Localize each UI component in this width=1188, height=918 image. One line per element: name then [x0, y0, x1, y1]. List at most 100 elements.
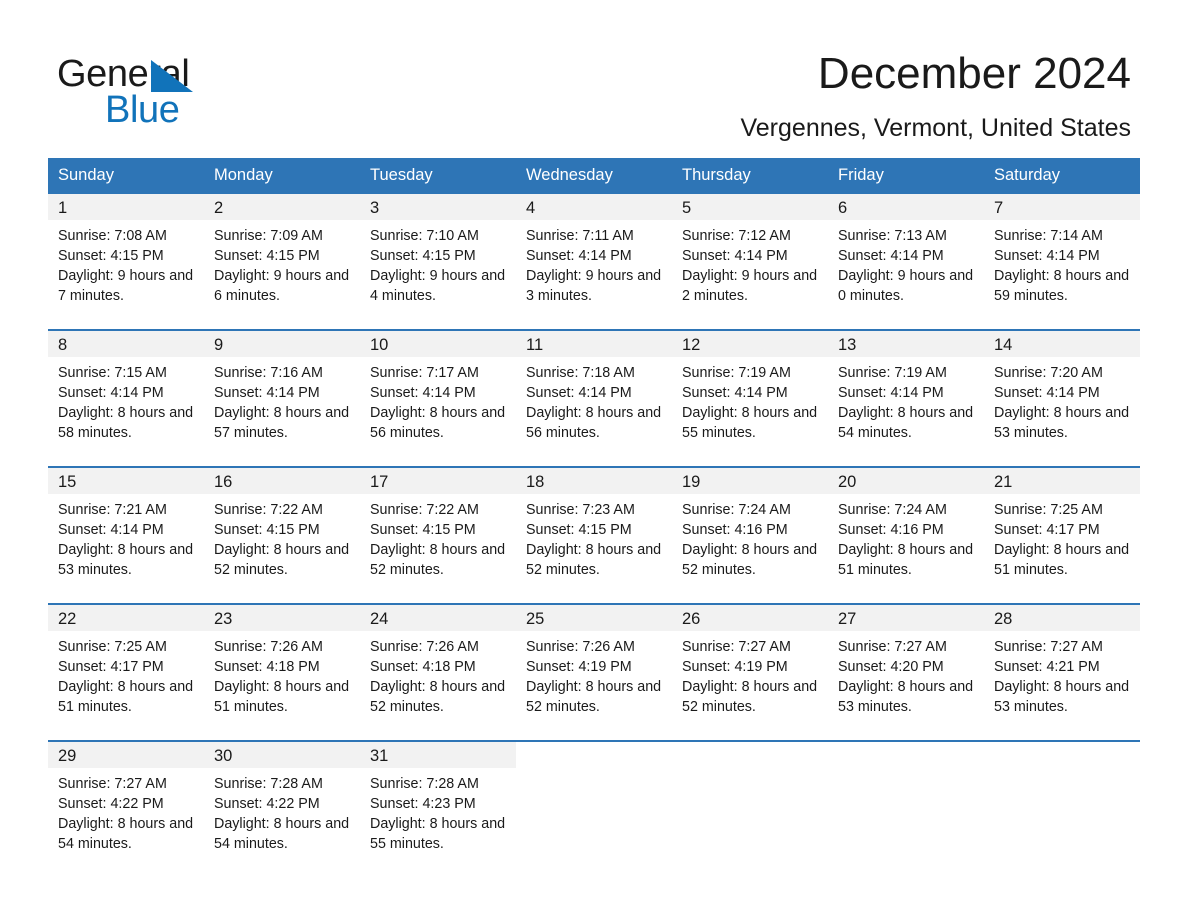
sunrise-text: Sunrise: 7:13 AM [838, 228, 947, 244]
sunset-text: Sunset: 4:20 PM [838, 658, 944, 675]
daylight-text: Daylight: 8 hours and 53 minutes. [994, 404, 1130, 441]
calendar-cell-day[interactable]: 3 Sunrise: 7:10 AM Sunset: 4:15 PM Daylight… [360, 194, 516, 330]
daylight-text: Daylight: 8 hours and 52 minutes. [214, 541, 350, 578]
day-details: Sunrise: 7:28 AM Sunset: 4:22 PM Daylight:… [204, 768, 360, 855]
calendar-cell-day[interactable]: 2 Sunrise: 7:09 AM Sunset: 4:15 PM Daylight… [204, 194, 360, 330]
calendar-cell-day[interactable]: 29 Sunrise: 7:27 AM Sunset: 4:22 PM Dayligh… [48, 740, 204, 877]
calendar-cell-day[interactable]: 20 Sunrise: 7:24 AM Sunset: 4:16 PM Dayligh… [828, 466, 984, 604]
calendar-cell-day[interactable]: 16 Sunrise: 7:22 AM Sunset: 4:15 PM Dayligh… [204, 466, 360, 604]
day-details: Sunrise: 7:22 AM Sunset: 4:15 PM Daylight:… [360, 494, 516, 581]
day-number: 7 [984, 194, 1140, 220]
sunrise-text: Sunrise: 7:15 AM [58, 365, 167, 381]
calendar-cell-empty [828, 740, 984, 877]
sunrise-text: Sunrise: 7:24 AM [838, 502, 947, 518]
day-number: 1 [48, 194, 204, 220]
sunset-text: Sunset: 4:14 PM [58, 384, 164, 401]
daylight-text: Daylight: 8 hours and 52 minutes. [370, 678, 506, 715]
sunset-text: Sunset: 4:14 PM [58, 521, 164, 538]
sunset-text: Sunset: 4:14 PM [838, 384, 944, 401]
page-subtitle-location: Vergennes, Vermont, United States [740, 114, 1131, 142]
calendar-cell-day[interactable]: 11 Sunrise: 7:18 AM Sunset: 4:14 PM Dayligh… [516, 329, 672, 467]
sunrise-text: Sunrise: 7:19 AM [838, 365, 947, 381]
sunrise-text: Sunrise: 7:27 AM [682, 639, 791, 655]
generalblue-logo[interactable]: General Blue [57, 52, 317, 132]
day-cell: 14 Sunrise: 7:20 AM Sunset: 4:14 PM Dayligh… [984, 331, 1140, 466]
weekday-header-tuesday: Tuesday [360, 158, 516, 194]
daylight-text: Daylight: 8 hours and 52 minutes. [526, 541, 662, 578]
calendar-cell-day[interactable]: 8 Sunrise: 7:15 AM Sunset: 4:14 PM Daylight… [48, 329, 204, 467]
calendar-cell-day[interactable]: 6 Sunrise: 7:13 AM Sunset: 4:14 PM Daylight… [828, 194, 984, 330]
day-details: Sunrise: 7:27 AM Sunset: 4:22 PM Daylight:… [48, 768, 204, 855]
calendar-cell-day[interactable]: 22 Sunrise: 7:25 AM Sunset: 4:17 PM Dayligh… [48, 603, 204, 741]
calendar-cell-day[interactable]: 23 Sunrise: 7:26 AM Sunset: 4:18 PM Dayligh… [204, 603, 360, 741]
calendar-cell-day[interactable]: 9 Sunrise: 7:16 AM Sunset: 4:14 PM Daylight… [204, 329, 360, 467]
calendar-cell-day[interactable]: 26 Sunrise: 7:27 AM Sunset: 4:19 PM Dayligh… [672, 603, 828, 741]
sunset-text: Sunset: 4:14 PM [526, 247, 632, 264]
calendar-week-row: 29 Sunrise: 7:27 AM Sunset: 4:22 PM Dayligh… [48, 740, 1140, 877]
day-cell: 30 Sunrise: 7:28 AM Sunset: 4:22 PM Dayligh… [204, 742, 360, 877]
calendar-cell-day[interactable]: 24 Sunrise: 7:26 AM Sunset: 4:18 PM Dayligh… [360, 603, 516, 741]
day-details: Sunrise: 7:24 AM Sunset: 4:16 PM Daylight:… [828, 494, 984, 581]
day-details: Sunrise: 7:11 AM Sunset: 4:14 PM Daylight:… [516, 220, 672, 307]
day-details: Sunrise: 7:16 AM Sunset: 4:14 PM Daylight:… [204, 357, 360, 444]
sunset-text: Sunset: 4:15 PM [214, 247, 320, 264]
sunrise-text: Sunrise: 7:09 AM [214, 228, 323, 244]
sunrise-text: Sunrise: 7:24 AM [682, 502, 791, 518]
calendar-cell-day[interactable]: 10 Sunrise: 7:17 AM Sunset: 4:14 PM Dayligh… [360, 329, 516, 467]
day-cell: 11 Sunrise: 7:18 AM Sunset: 4:14 PM Dayligh… [516, 331, 672, 466]
calendar-cell-day[interactable]: 12 Sunrise: 7:19 AM Sunset: 4:14 PM Dayligh… [672, 329, 828, 467]
weekday-header-friday: Friday [828, 158, 984, 194]
sunrise-text: Sunrise: 7:27 AM [994, 639, 1103, 655]
day-details: Sunrise: 7:25 AM Sunset: 4:17 PM Daylight:… [48, 631, 204, 718]
day-cell: 8 Sunrise: 7:15 AM Sunset: 4:14 PM Daylight… [48, 331, 204, 466]
calendar-cell-day[interactable]: 5 Sunrise: 7:12 AM Sunset: 4:14 PM Daylight… [672, 194, 828, 330]
day-cell: 1 Sunrise: 7:08 AM Sunset: 4:15 PM Daylight… [48, 194, 204, 329]
day-details: Sunrise: 7:14 AM Sunset: 4:14 PM Daylight:… [984, 220, 1140, 307]
sunset-text: Sunset: 4:14 PM [994, 384, 1100, 401]
daylight-text: Daylight: 9 hours and 2 minutes. [682, 267, 818, 304]
calendar-cell-day[interactable]: 28 Sunrise: 7:27 AM Sunset: 4:21 PM Dayligh… [984, 603, 1140, 741]
daylight-text: Daylight: 8 hours and 56 minutes. [526, 404, 662, 441]
calendar-cell-day[interactable]: 27 Sunrise: 7:27 AM Sunset: 4:20 PM Dayligh… [828, 603, 984, 741]
weekday-header-wednesday: Wednesday [516, 158, 672, 194]
sunrise-text: Sunrise: 7:27 AM [838, 639, 947, 655]
day-number: 4 [516, 194, 672, 220]
sunrise-text: Sunrise: 7:12 AM [682, 228, 791, 244]
calendar-cell-day[interactable]: 21 Sunrise: 7:25 AM Sunset: 4:17 PM Dayligh… [984, 466, 1140, 604]
daylight-text: Daylight: 8 hours and 55 minutes. [370, 815, 506, 852]
weekday-header-thursday: Thursday [672, 158, 828, 194]
day-details: Sunrise: 7:13 AM Sunset: 4:14 PM Daylight:… [828, 220, 984, 307]
calendar-cell-day[interactable]: 13 Sunrise: 7:19 AM Sunset: 4:14 PM Dayligh… [828, 329, 984, 467]
daylight-text: Daylight: 8 hours and 52 minutes. [682, 541, 818, 578]
page-title: December 2024 [817, 49, 1131, 98]
calendar-cell-day[interactable]: 19 Sunrise: 7:24 AM Sunset: 4:16 PM Dayligh… [672, 466, 828, 604]
day-details: Sunrise: 7:27 AM Sunset: 4:19 PM Daylight:… [672, 631, 828, 718]
day-number: 26 [672, 605, 828, 631]
calendar-week-row: 22 Sunrise: 7:25 AM Sunset: 4:17 PM Dayligh… [48, 603, 1140, 741]
daylight-text: Daylight: 9 hours and 6 minutes. [214, 267, 350, 304]
daylight-text: Daylight: 8 hours and 53 minutes. [838, 678, 974, 715]
calendar-cell-day[interactable]: 14 Sunrise: 7:20 AM Sunset: 4:14 PM Dayligh… [984, 329, 1140, 467]
daylight-text: Daylight: 8 hours and 54 minutes. [214, 815, 350, 852]
day-number: 11 [516, 331, 672, 357]
sunset-text: Sunset: 4:16 PM [838, 521, 944, 538]
calendar-cell-day[interactable]: 7 Sunrise: 7:14 AM Sunset: 4:14 PM Daylight… [984, 194, 1140, 330]
sunrise-text: Sunrise: 7:10 AM [370, 228, 479, 244]
daylight-text: Daylight: 8 hours and 57 minutes. [214, 404, 350, 441]
calendar-cell-day[interactable]: 30 Sunrise: 7:28 AM Sunset: 4:22 PM Dayligh… [204, 740, 360, 877]
calendar-cell-day[interactable]: 15 Sunrise: 7:21 AM Sunset: 4:14 PM Dayligh… [48, 466, 204, 604]
calendar-header-row: Sunday Monday Tuesday Wednesday Thursday… [48, 158, 1140, 194]
calendar-cell-day[interactable]: 17 Sunrise: 7:22 AM Sunset: 4:15 PM Dayligh… [360, 466, 516, 604]
calendar-cell-day[interactable]: 1 Sunrise: 7:08 AM Sunset: 4:15 PM Daylight… [48, 194, 204, 330]
calendar-cell-day[interactable]: 18 Sunrise: 7:23 AM Sunset: 4:15 PM Dayligh… [516, 466, 672, 604]
sunrise-text: Sunrise: 7:22 AM [214, 502, 323, 518]
daylight-text: Daylight: 9 hours and 3 minutes. [526, 267, 662, 304]
day-number: 16 [204, 468, 360, 494]
calendar-cell-day[interactable]: 4 Sunrise: 7:11 AM Sunset: 4:14 PM Daylight… [516, 194, 672, 330]
day-number: 2 [204, 194, 360, 220]
sunrise-text: Sunrise: 7:23 AM [526, 502, 635, 518]
day-cell: 15 Sunrise: 7:21 AM Sunset: 4:14 PM Dayligh… [48, 468, 204, 603]
calendar-cell-day[interactable]: 25 Sunrise: 7:26 AM Sunset: 4:19 PM Dayligh… [516, 603, 672, 741]
sunset-text: Sunset: 4:16 PM [682, 521, 788, 538]
calendar-cell-day[interactable]: 31 Sunrise: 7:28 AM Sunset: 4:23 PM Dayligh… [360, 740, 516, 877]
